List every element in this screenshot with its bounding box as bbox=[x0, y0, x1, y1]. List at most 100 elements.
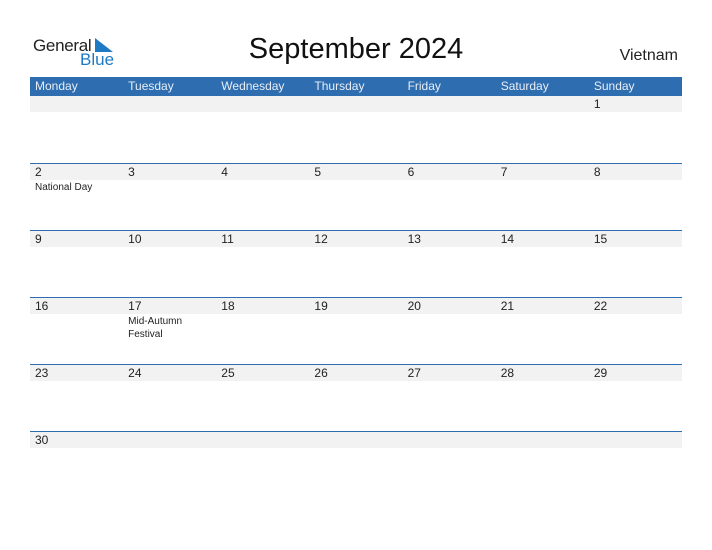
day-number: 27 bbox=[402, 365, 496, 381]
day-number: 22 bbox=[588, 298, 682, 314]
day-number: 23 bbox=[30, 365, 124, 381]
day-cell: 25 bbox=[216, 365, 310, 431]
day-cell: 11 bbox=[216, 231, 310, 297]
day-number bbox=[495, 432, 589, 448]
day-cell: 21 bbox=[495, 298, 589, 364]
day-number: 18 bbox=[216, 298, 310, 314]
day-cell: 17 Mid-Autumn Festival bbox=[123, 298, 217, 364]
day-number: 3 bbox=[123, 164, 217, 180]
day-number bbox=[309, 96, 403, 112]
day-cell: 30 bbox=[30, 432, 124, 448]
week-row: 23 24 25 26 27 28 29 bbox=[30, 364, 682, 431]
weekday-wednesday: Wednesday bbox=[221, 79, 285, 93]
day-cell: 26 bbox=[309, 365, 403, 431]
day-cell: 4 bbox=[216, 164, 310, 230]
day-cell: 15 bbox=[588, 231, 682, 297]
day-cell: 6 bbox=[402, 164, 496, 230]
day-cell bbox=[216, 432, 310, 448]
day-number: 24 bbox=[123, 365, 217, 381]
day-cell bbox=[402, 96, 496, 163]
day-number bbox=[309, 432, 403, 448]
day-cell bbox=[123, 96, 217, 163]
weekday-saturday: Saturday bbox=[500, 79, 549, 93]
day-cell: 1 bbox=[588, 96, 682, 163]
day-cell bbox=[588, 432, 682, 448]
day-number: 19 bbox=[309, 298, 403, 314]
day-number: 8 bbox=[588, 164, 682, 180]
day-number: 14 bbox=[495, 231, 589, 247]
day-number bbox=[123, 432, 217, 448]
day-number bbox=[588, 432, 682, 448]
day-number: 29 bbox=[588, 365, 682, 381]
day-number: 13 bbox=[402, 231, 496, 247]
day-cell: 28 bbox=[495, 365, 589, 431]
day-number: 16 bbox=[30, 298, 124, 314]
day-cell: 16 bbox=[30, 298, 124, 364]
day-number: 17 bbox=[123, 298, 217, 314]
day-cell bbox=[402, 432, 496, 448]
day-cell: 22 bbox=[588, 298, 682, 364]
day-number: 2 bbox=[30, 164, 124, 180]
day-cell: 23 bbox=[30, 365, 124, 431]
day-number: 25 bbox=[216, 365, 310, 381]
day-cell: 13 bbox=[402, 231, 496, 297]
week-row: 30 bbox=[30, 431, 682, 448]
day-number: 6 bbox=[402, 164, 496, 180]
day-cell bbox=[216, 96, 310, 163]
day-cell: 24 bbox=[123, 365, 217, 431]
day-number: 4 bbox=[216, 164, 310, 180]
day-cell: 7 bbox=[495, 164, 589, 230]
day-number bbox=[30, 96, 124, 112]
weekday-header: Monday Tuesday Wednesday Thursday Friday Satu… bbox=[30, 77, 682, 96]
page-title: September 2024 bbox=[248, 33, 464, 65]
week-row: 1 bbox=[30, 96, 682, 163]
day-cell: 2 National Day bbox=[30, 164, 124, 230]
week-row: 16 17 Mid-Autumn Festival 18 19 20 21 22 bbox=[30, 297, 682, 364]
day-number: 1 bbox=[588, 96, 682, 112]
day-cell: 8 bbox=[588, 164, 682, 230]
day-cell bbox=[309, 432, 403, 448]
day-number: 21 bbox=[495, 298, 589, 314]
day-number bbox=[123, 96, 217, 112]
day-number: 30 bbox=[30, 432, 124, 448]
day-number: 11 bbox=[216, 231, 310, 247]
holiday-label: National Day bbox=[35, 182, 93, 193]
day-cell bbox=[30, 96, 124, 163]
weekday-sunday: Sunday bbox=[593, 79, 635, 93]
day-number bbox=[495, 96, 589, 112]
day-cell: 5 bbox=[309, 164, 403, 230]
weekday-friday: Friday bbox=[407, 79, 441, 93]
weekday-monday: Monday bbox=[35, 79, 78, 93]
day-number: 12 bbox=[309, 231, 403, 247]
day-number: 28 bbox=[495, 365, 589, 381]
day-number: 9 bbox=[30, 231, 124, 247]
day-cell bbox=[123, 432, 217, 448]
day-cell bbox=[309, 96, 403, 163]
day-number: 20 bbox=[402, 298, 496, 314]
day-number: 10 bbox=[123, 231, 217, 247]
day-number bbox=[216, 96, 310, 112]
day-cell: 29 bbox=[588, 365, 682, 431]
calendar-grid: Monday Tuesday Wednesday Thursday Friday Satu… bbox=[30, 77, 682, 448]
day-number bbox=[402, 432, 496, 448]
country-label: Vietnam bbox=[619, 47, 678, 64]
day-number bbox=[216, 432, 310, 448]
weekday-tuesday: Tuesday bbox=[128, 79, 174, 93]
day-number: 26 bbox=[309, 365, 403, 381]
day-cell: 10 bbox=[123, 231, 217, 297]
day-cell: 18 bbox=[216, 298, 310, 364]
holiday-label: Mid-Autumn Festival bbox=[128, 316, 183, 340]
week-row: 9 10 11 12 13 14 15 bbox=[30, 230, 682, 297]
day-cell: 9 bbox=[30, 231, 124, 297]
day-cell: 19 bbox=[309, 298, 403, 364]
day-cell: 14 bbox=[495, 231, 589, 297]
day-number: 7 bbox=[495, 164, 589, 180]
weekday-thursday: Thursday bbox=[314, 79, 365, 93]
day-cell: 27 bbox=[402, 365, 496, 431]
week-row: 2 National Day 3 4 5 6 7 8 bbox=[30, 163, 682, 230]
day-cell: 20 bbox=[402, 298, 496, 364]
day-number bbox=[402, 96, 496, 112]
day-cell: 12 bbox=[309, 231, 403, 297]
day-number: 15 bbox=[588, 231, 682, 247]
day-number: 5 bbox=[309, 164, 403, 180]
